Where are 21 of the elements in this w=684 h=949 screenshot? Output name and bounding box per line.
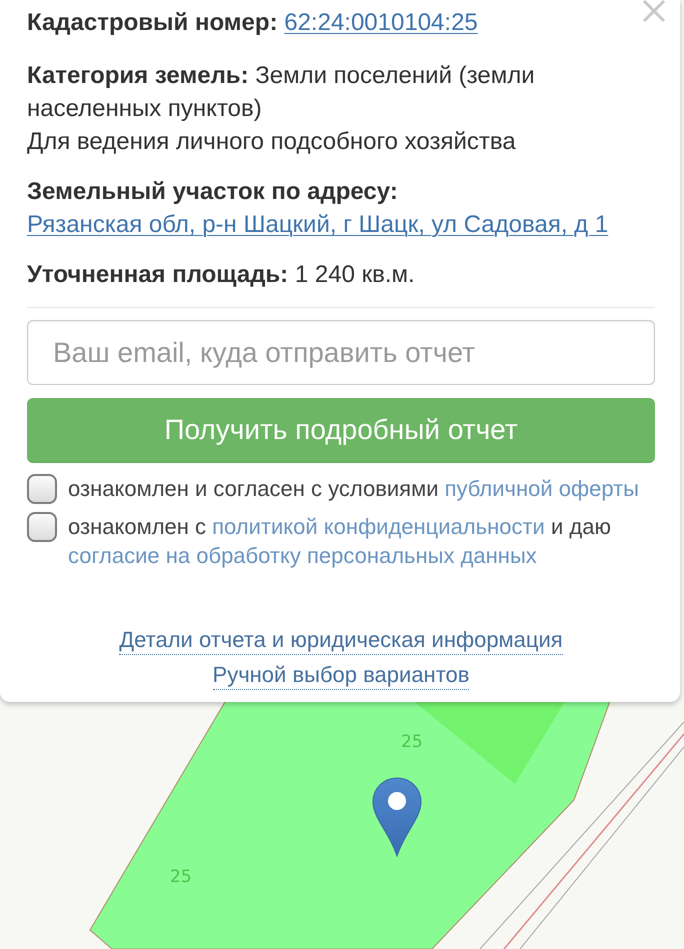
document-link[interactable]: политикой конфиденциальности <box>212 514 545 539</box>
cadastral-number-link[interactable]: 62:24:0010104:25 <box>284 9 478 36</box>
area-text: Уточненная площадь: 1 240 кв.м. <box>27 260 416 290</box>
map-pin-icon[interactable] <box>372 777 422 857</box>
get-report-button[interactable]: Получить подробный отчет <box>27 398 655 463</box>
document-link[interactable]: публичной оферты <box>444 476 639 501</box>
report-details-link[interactable]: Детали отчета и юридическая информация <box>119 626 563 655</box>
checkbox[interactable] <box>27 512 57 542</box>
parcel-number-label: 25 <box>170 866 192 888</box>
land-category-text: Категория земель: Земли поселений (земли населенных пунктов) <box>27 61 536 124</box>
address-text: Земельный участок по адресу: Рязанская обл, р-н Шацкий, г Шацк, ул Садовая, д 1 <box>27 177 610 240</box>
email-field[interactable]: Ваш email, куда отправить отчет <box>27 320 655 385</box>
parcel-number-label: 25 <box>401 731 423 753</box>
manual-selection-link[interactable]: Ручной выбор вариантов <box>212 661 470 690</box>
document-link[interactable]: согласие на обработку персональных данных <box>68 543 537 568</box>
consent-text: ознакомлен и согласен с условиями публичной оферты <box>68 475 639 503</box>
cadastral-number-text: Кадастровый номер: 62:24:0010104:25 <box>27 8 479 38</box>
permitted-use-text: Для ведения личного подсобного хозяйства <box>27 127 517 157</box>
address-link[interactable]: Рязанская обл, р-н Шацкий, г Шацк, ул Садовая, д 1 <box>27 211 608 238</box>
checkbox[interactable] <box>27 474 57 504</box>
consent-text: ознакомлен с политикой конфиденциальности и даю согласие на обработку персональных данных <box>68 513 612 570</box>
